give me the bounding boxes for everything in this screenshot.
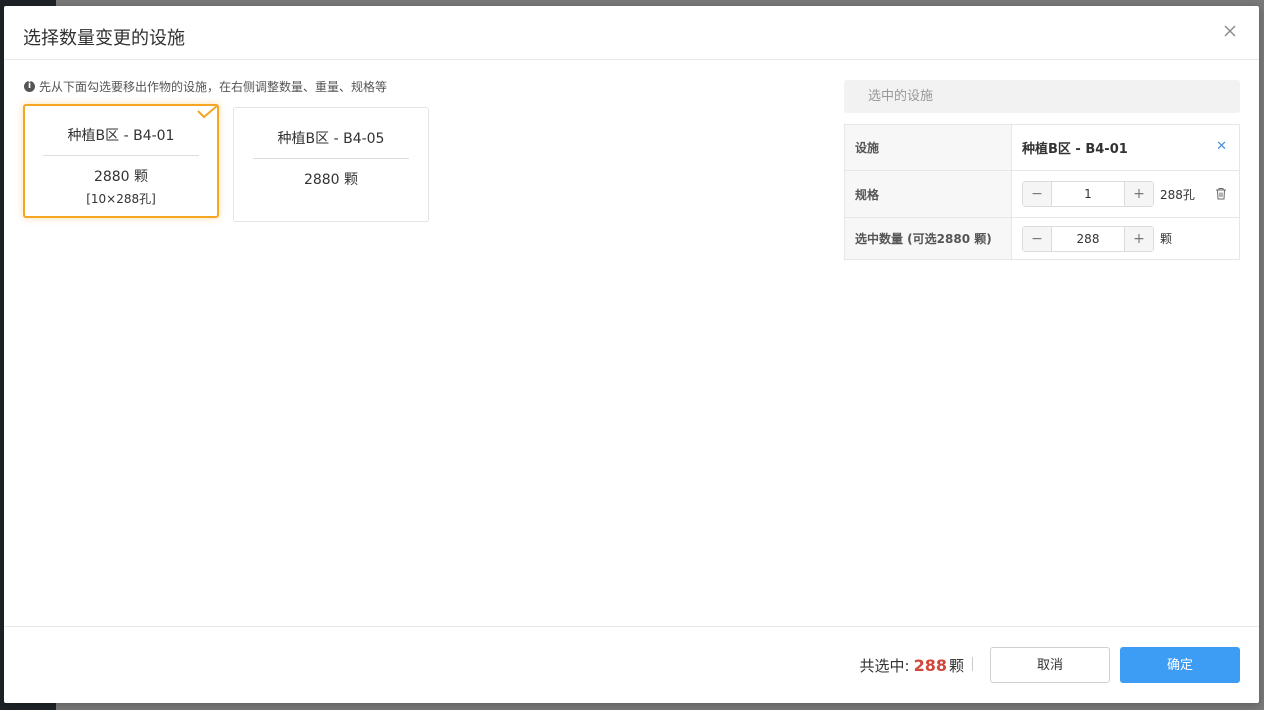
hint-text: 先从下面勾选要移出作物的设施，在右侧调整数量、重量、规格等 xyxy=(39,80,388,94)
quantity-row: 选中数量 (可选2880 颗) − + 颗 xyxy=(845,218,1239,259)
total-divider xyxy=(972,657,973,671)
dialog-title: 选择数量变更的设施 xyxy=(23,28,185,49)
quantity-label: 选中数量 (可选2880 颗) xyxy=(845,218,1012,259)
facility-row: 设施 种植B区 - B4-01 ✕ xyxy=(845,125,1239,171)
close-icon[interactable] xyxy=(1223,24,1239,40)
card-count: 2880 颗 xyxy=(303,172,359,188)
quantity-input[interactable] xyxy=(1052,226,1124,251)
minus-icon[interactable]: − xyxy=(1023,182,1052,206)
confirm-button[interactable]: 确定 xyxy=(1120,647,1240,683)
detail-table: 设施 种植B区 - B4-01 ✕ 规格 − + 288孔 xyxy=(844,124,1240,260)
quantity-cell: − + 颗 xyxy=(1012,218,1239,259)
facility-label: 设施 xyxy=(845,125,1012,170)
facility-value: 种植B区 - B4-01 xyxy=(1022,142,1128,157)
spec-stepper: − + xyxy=(1022,181,1154,207)
quantity-stepper: − + xyxy=(1022,225,1154,252)
cancel-button[interactable]: 取消 xyxy=(990,647,1110,683)
spec-label: 规格 xyxy=(845,171,1012,217)
facility-card-b4-05[interactable]: 种植B区 - B4-05 2880 颗 xyxy=(233,107,429,222)
card-spec: [10×288孔] xyxy=(86,192,156,206)
card-divider xyxy=(253,158,409,159)
spec-input[interactable] xyxy=(1052,182,1124,206)
facility-cell: 种植B区 - B4-01 ✕ xyxy=(1012,125,1239,170)
check-icon xyxy=(197,104,219,119)
dialog: 选择数量变更的设施 i 先从下面勾选要移出作物的设施，在右侧调整数量、重量、规格… xyxy=(4,6,1259,703)
minus-icon[interactable]: − xyxy=(1023,226,1052,251)
spec-cell: − + 288孔 xyxy=(1012,171,1239,217)
card-count: 2880 颗 xyxy=(93,169,149,185)
dialog-header: 选择数量变更的设施 xyxy=(4,6,1259,60)
plus-icon[interactable]: + xyxy=(1124,226,1153,251)
spec-row: 规格 − + 288孔 xyxy=(845,171,1239,218)
selected-panel: 选中的设施 设施 种植B区 - B4-01 ✕ 规格 − + 288孔 xyxy=(844,80,1240,260)
info-icon: i xyxy=(24,81,35,92)
card-name: 种植B区 - B4-01 xyxy=(67,128,175,144)
trash-icon[interactable] xyxy=(1215,187,1227,200)
total-prefix: 共选中: xyxy=(859,657,910,675)
quantity-unit: 颗 xyxy=(1160,232,1173,246)
plus-icon[interactable]: + xyxy=(1124,182,1153,206)
selected-panel-title: 选中的设施 xyxy=(844,80,1240,113)
hint-text-row: i 先从下面勾选要移出作物的设施，在右侧调整数量、重量、规格等 xyxy=(24,78,387,95)
total-value: 288 xyxy=(913,656,947,675)
card-divider xyxy=(43,155,199,156)
total-summary: 共选中: 288 颗 xyxy=(860,655,973,676)
card-name: 种植B区 - B4-05 xyxy=(277,131,385,147)
remove-icon[interactable]: ✕ xyxy=(1216,139,1227,154)
total-unit: 颗 xyxy=(948,657,964,675)
dialog-footer: 共选中: 288 颗 取消 确定 xyxy=(4,626,1259,703)
spec-unit: 288孔 xyxy=(1160,187,1195,202)
facility-card-b4-01[interactable]: 种植B区 - B4-01 2880 颗 [10×288孔] xyxy=(23,104,219,218)
